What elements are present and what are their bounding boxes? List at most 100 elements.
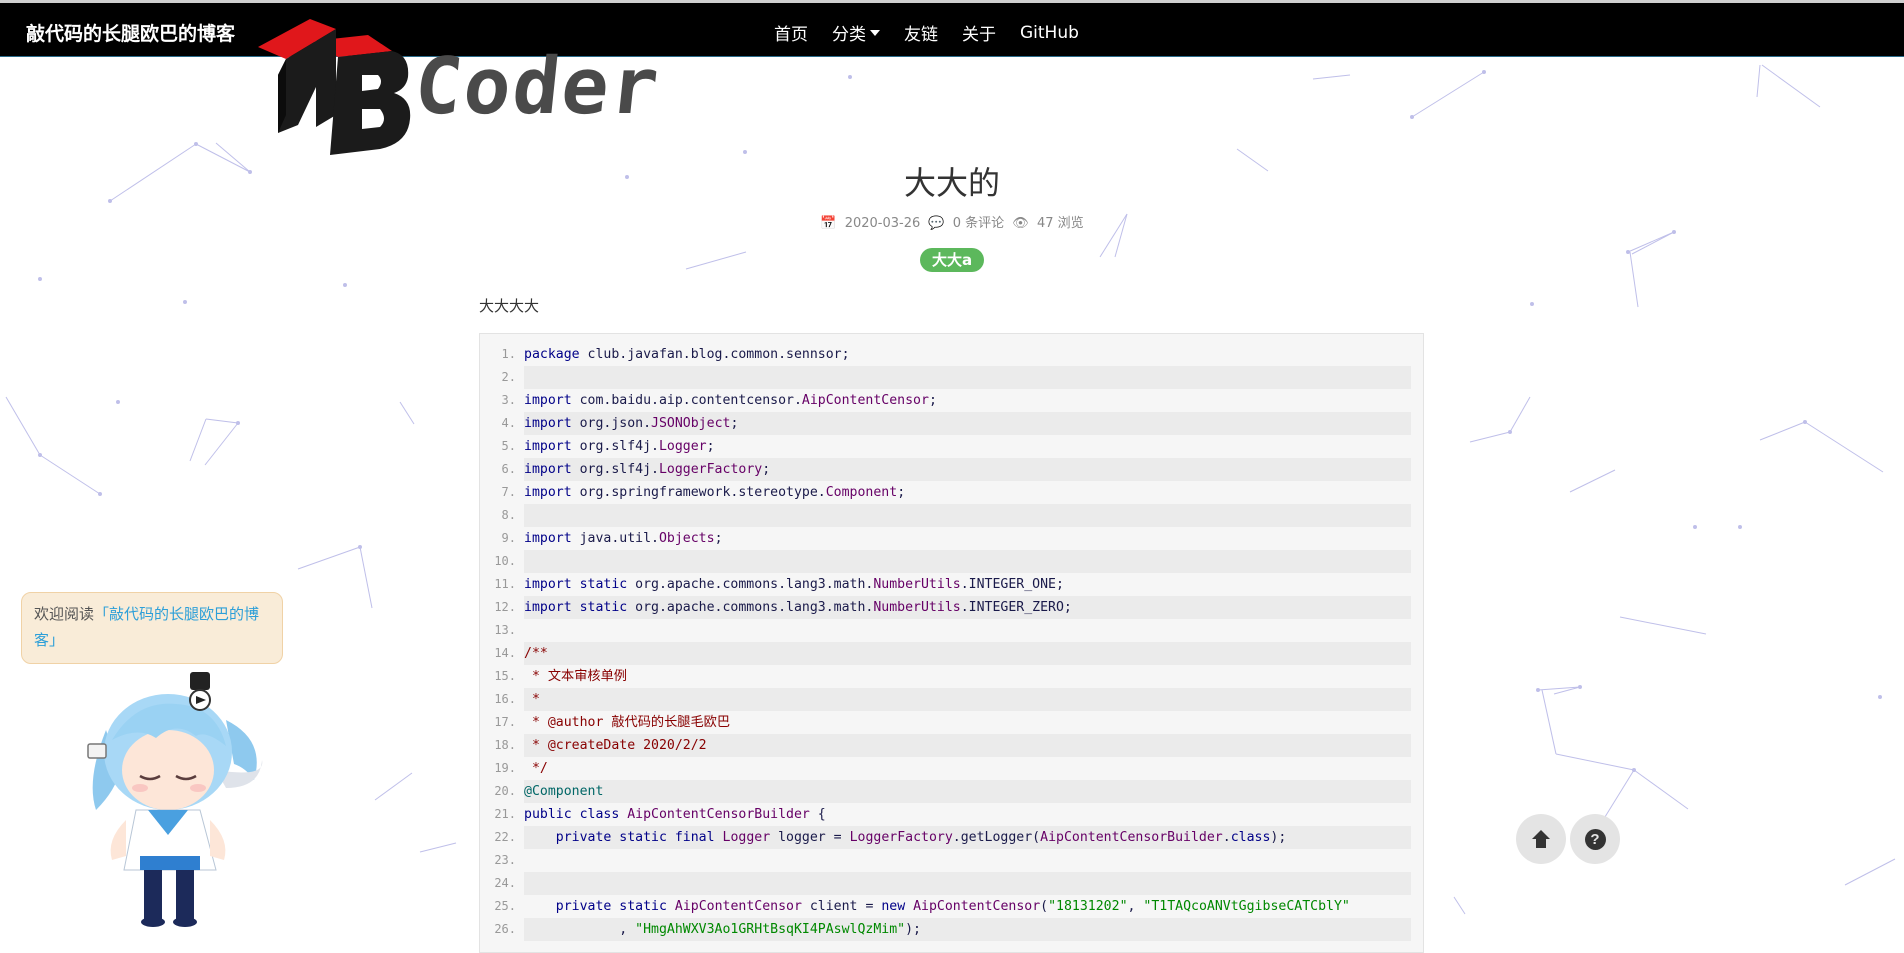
- code-token: ;: [762, 462, 771, 477]
- logo-coder-text: Coder: [410, 42, 665, 132]
- code-token: AipContentCensor: [801, 393, 929, 408]
- code-line: 11. import static org.apache.commons.lang…: [494, 573, 1411, 596]
- code-token: * 文本审核单例: [524, 669, 627, 684]
- code-token: Component: [825, 485, 898, 500]
- code-line: 18. * @createDate 2020/2/2: [494, 734, 1411, 757]
- code-line: 24.: [494, 872, 1411, 895]
- code-line: 7. import org.springframework.stereotype.…: [502, 481, 1411, 504]
- code-token: java.util.: [571, 531, 659, 546]
- code-token: import: [524, 439, 572, 454]
- code-token: "18131202": [1048, 899, 1128, 914]
- code-token: ;: [730, 416, 739, 431]
- back-to-top-button[interactable]: [1516, 814, 1566, 864]
- code-token: AipContentCensor: [674, 899, 802, 914]
- code-line: 12. import static org.apache.commons.lang…: [494, 596, 1411, 619]
- code-token: ;: [706, 439, 715, 454]
- post-paragraph: 大大大大: [479, 297, 540, 315]
- line-number: 13.: [494, 623, 516, 637]
- caret-down-icon: [870, 29, 880, 36]
- code-line: 8.: [502, 504, 1411, 527]
- line-number: 4.: [501, 416, 516, 430]
- code-token: Logger: [658, 439, 707, 454]
- post-tag-badge[interactable]: 大大a: [920, 248, 984, 272]
- code-line: 6. import org.slf4j.LoggerFactory;: [502, 458, 1411, 481]
- line-number: 25.: [494, 899, 516, 913]
- arrow-up-icon: [1532, 830, 1550, 848]
- code-token: Logger: [722, 830, 771, 845]
- code-token: * @createDate 2020/2/2: [524, 738, 707, 753]
- code-token: org.slf4j.: [571, 462, 659, 477]
- post-title: 大大的: [903, 164, 1000, 202]
- line-number: 20.: [494, 784, 516, 798]
- main-nav: 首页 分类 友链 关于 GitHub: [774, 20, 1103, 46]
- code-token: new: [881, 899, 906, 914]
- code-line: 13.: [494, 619, 1411, 642]
- code-line: 21. public class AipContentCensorBuilder …: [494, 803, 1411, 826]
- line-number: 7.: [501, 485, 516, 499]
- nav-links-link[interactable]: 友链: [904, 20, 938, 45]
- nav-github-link[interactable]: GitHub: [1020, 20, 1079, 45]
- mascot-speech-bubble: 欢迎阅读「敲代码的长腿欧巴的博客」: [21, 592, 283, 664]
- code-token: class: [1230, 830, 1271, 845]
- site-brand-link[interactable]: 敲代码的长腿欧巴的博客: [26, 19, 235, 46]
- code-token: public: [524, 807, 572, 822]
- code-token: .: [1222, 830, 1231, 845]
- code-line: 14. /**: [494, 642, 1411, 665]
- code-token: ,: [1127, 899, 1144, 914]
- code-token: org.slf4j.: [571, 439, 659, 454]
- nav-about-link[interactable]: 关于: [962, 20, 996, 45]
- code-line: 25. private static AipContentCensor clie…: [494, 895, 1411, 918]
- code-line: 19. */: [494, 757, 1411, 780]
- code-token: ;: [897, 485, 906, 500]
- line-number: 12.: [494, 600, 516, 614]
- code-token: {: [809, 807, 826, 822]
- code-token: ,: [524, 922, 636, 937]
- code-token: * @author 敲代码的长腿毛欧巴: [524, 715, 731, 730]
- code-token: ;: [928, 393, 937, 408]
- line-number: 2.: [501, 370, 516, 384]
- code-line: 20. @Component: [494, 780, 1411, 803]
- code-line: 3. import com.baidu.aip.contentcensor.Aip…: [502, 389, 1411, 412]
- code-token: club.javafan.blog.common.sennsor;: [579, 347, 850, 362]
- code-token: JSONObject: [651, 416, 731, 431]
- mascot-greeting-prefix: 欢迎阅读: [34, 605, 95, 623]
- code-token: org.apache.commons.lang3.math.: [627, 577, 874, 592]
- line-number: 22.: [494, 830, 516, 844]
- nav-home-label: 首页: [774, 25, 808, 45]
- code-token: com.baidu.aip.contentcensor.: [571, 393, 802, 408]
- code-line: 2.: [502, 366, 1411, 389]
- code-line: 9. import java.util.Objects;: [502, 527, 1411, 550]
- code-block: 1. package club.javafan.blog.common.senns…: [479, 333, 1424, 953]
- code-token: org.json.: [571, 416, 652, 431]
- line-number: 10.: [494, 554, 516, 568]
- code-token: /**: [524, 646, 548, 661]
- line-number: 21.: [494, 807, 516, 821]
- code-line: 23.: [494, 849, 1411, 872]
- code-token: org.springframework.stereotype.: [571, 485, 826, 500]
- line-number: 8.: [501, 508, 516, 522]
- code-token: NumberUtils: [873, 577, 961, 592]
- code-token: import: [524, 393, 572, 408]
- help-button[interactable]: ?: [1570, 814, 1620, 864]
- comment-icon: 💬: [928, 216, 945, 231]
- nav-category-dropdown[interactable]: 分类: [832, 20, 880, 45]
- line-number: 16.: [494, 692, 516, 706]
- code-token: package: [524, 347, 580, 362]
- code-token: static: [611, 899, 667, 914]
- line-number: 18.: [494, 738, 516, 752]
- code-token: import: [524, 416, 572, 431]
- live2d-mascot[interactable]: [76, 660, 276, 928]
- code-token: (: [1040, 899, 1049, 914]
- code-line: 15. * 文本审核单例: [494, 665, 1411, 688]
- code-line: 1. package club.javafan.blog.common.senns…: [502, 343, 1411, 366]
- nav-github-label: GitHub: [1020, 22, 1079, 43]
- line-number: 5.: [501, 439, 516, 453]
- nav-home-link[interactable]: 首页: [774, 20, 808, 45]
- code-token: AipContentCensorBuilder: [627, 807, 810, 822]
- code-token: import: [524, 462, 572, 477]
- line-number: 11.: [494, 577, 516, 591]
- post-date: 2020-03-26: [844, 216, 921, 231]
